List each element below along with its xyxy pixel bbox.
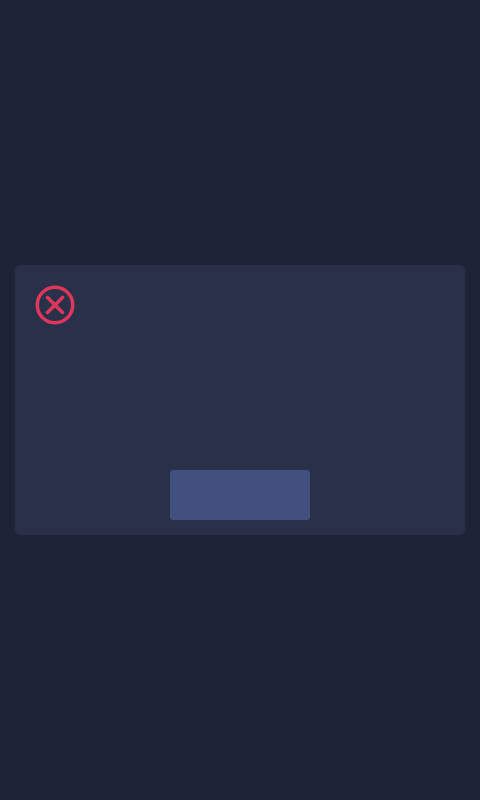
error-circle-x-icon xyxy=(35,285,75,325)
error-dialog xyxy=(15,265,465,535)
screen xyxy=(0,0,480,800)
dialog-action-button[interactable] xyxy=(170,470,310,520)
